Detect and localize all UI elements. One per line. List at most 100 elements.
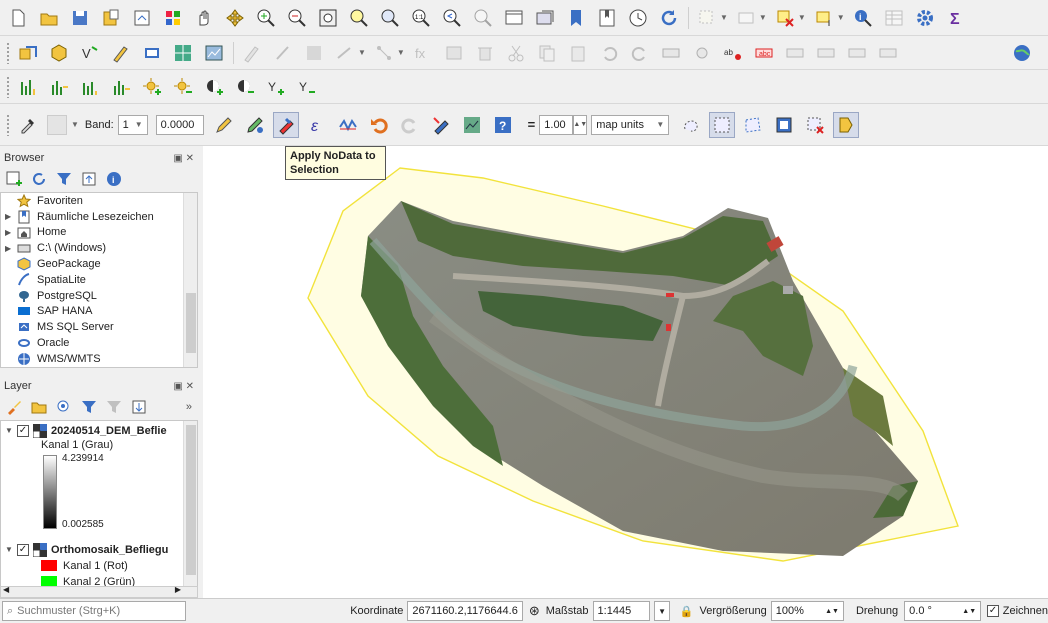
deselect-icon[interactable] xyxy=(773,6,797,30)
browser-item[interactable]: WMS/WMTS xyxy=(1,351,197,367)
map-canvas[interactable] xyxy=(203,146,1048,598)
rotation-field[interactable]: 0.0 ° ▲▼ xyxy=(904,601,982,621)
new-project-icon[interactable] xyxy=(6,6,30,30)
color-swatch[interactable] xyxy=(47,114,67,135)
expand-icon[interactable]: ▶ xyxy=(5,244,17,253)
dock-float-close-icon[interactable]: ▣ ✕ xyxy=(173,381,194,392)
layer-row-ortho[interactable]: ▼ ✓ Orthomosaik_Befliegu xyxy=(1,541,197,558)
size-spinner[interactable]: ▲▼ xyxy=(573,114,588,135)
expand-icon[interactable]: ▶ xyxy=(5,228,17,237)
more-tools-icon[interactable]: » xyxy=(186,401,192,413)
chevron-down-icon[interactable]: ▼ xyxy=(759,13,767,22)
expand-all-icon[interactable] xyxy=(131,399,147,415)
band-select[interactable]: 1 ▼ xyxy=(117,114,148,135)
eyedropper-icon[interactable] xyxy=(16,113,40,137)
help-icon[interactable]: ? xyxy=(491,113,515,137)
spinner-icon[interactable]: ▲▼ xyxy=(825,608,839,615)
histogram-icon[interactable] xyxy=(16,75,40,99)
chevron-down-icon[interactable]: ▼ xyxy=(720,13,728,22)
chevron-down-icon[interactable]: ▼ xyxy=(837,13,845,22)
filter-legend-icon[interactable] xyxy=(81,399,97,415)
select-location-icon[interactable] xyxy=(812,6,836,30)
zoom-in-icon[interactable] xyxy=(254,6,278,30)
add-raster-icon[interactable] xyxy=(171,41,195,65)
local-stretch-icon[interactable] xyxy=(109,75,133,99)
data-source-manager-icon[interactable] xyxy=(16,41,40,65)
add-group-icon[interactable] xyxy=(31,399,47,415)
pan-hand-icon[interactable] xyxy=(192,6,216,30)
size-input[interactable]: 1.00 xyxy=(539,114,574,135)
info-icon[interactable]: i xyxy=(106,171,122,187)
draw-pixel-pencil-icon[interactable] xyxy=(212,113,236,137)
browser-item[interactable]: MS SQL Server xyxy=(1,319,197,335)
style-manager-icon[interactable] xyxy=(161,6,185,30)
browser-item[interactable]: Favoriten xyxy=(1,193,197,209)
add-selected-layers-icon[interactable] xyxy=(6,171,22,187)
print-layout-icon[interactable] xyxy=(130,6,154,30)
layer-tree[interactable]: ▼ ✓ 20240514_DEM_Beflie Kanal 1 (Grau) 4… xyxy=(0,420,198,598)
save-project-icon[interactable] xyxy=(68,6,92,30)
save-as-icon[interactable] xyxy=(99,6,123,30)
label-style-icon[interactable]: ab xyxy=(721,41,745,65)
toolbar-grip[interactable] xyxy=(6,75,10,98)
browser-item[interactable]: ▶ Home xyxy=(1,225,197,241)
zoom-to-layer-icon[interactable] xyxy=(378,6,402,30)
dock-float-close-icon[interactable]: ▣ ✕ xyxy=(173,153,194,164)
render-checkbox[interactable]: ✓ xyxy=(987,605,999,617)
toolbar-grip[interactable] xyxy=(6,41,10,64)
gamma-increase-icon[interactable]: Y xyxy=(264,75,288,99)
formula-epsilon-icon[interactable]: ε xyxy=(305,113,329,137)
scale-dropdown[interactable]: ▼ xyxy=(654,601,670,621)
magnifier-field[interactable]: 100% ▲▼ xyxy=(770,601,844,621)
add-db-layer-icon[interactable] xyxy=(140,41,164,65)
raster-tiles-icon[interactable] xyxy=(460,113,484,137)
layer-hscrollbar[interactable]: ◀ ▶ xyxy=(0,585,198,598)
scrollbar-thumb[interactable] xyxy=(186,425,196,575)
label-highlight-icon[interactable]: abc xyxy=(752,41,776,65)
toolbar-grip[interactable] xyxy=(6,113,10,136)
contrast-increase-icon[interactable] xyxy=(202,75,226,99)
scroll-left-icon[interactable]: ◀ xyxy=(3,585,9,594)
browser-tree[interactable]: Favoriten ▶ Räumliche Lesezeichen ▶ Home ▶ C:\… xyxy=(0,192,198,368)
statistics-sigma-icon[interactable]: Σ xyxy=(944,6,968,30)
browser-scrollbar[interactable] xyxy=(183,193,197,367)
browser-item[interactable]: ▶ C:\ (Windows) xyxy=(1,240,197,256)
add-wms-icon[interactable] xyxy=(202,41,226,65)
undo-raster-icon[interactable] xyxy=(367,113,391,137)
lock-icon[interactable]: 🔒 xyxy=(680,605,694,618)
browser-item[interactable]: PostgreSQL xyxy=(1,288,197,304)
chevron-down-icon[interactable]: ▼ xyxy=(798,13,806,22)
settings-gear-icon[interactable] xyxy=(913,6,937,30)
browser-item[interactable]: SAP HANA xyxy=(1,304,197,320)
browser-item[interactable]: ▶ Räumliche Lesezeichen xyxy=(1,209,197,225)
select-layer-extent-icon[interactable] xyxy=(772,113,796,137)
apply-nodata-icon[interactable] xyxy=(272,111,299,138)
browser-item[interactable]: SpatiaLite xyxy=(1,272,197,288)
refresh-icon[interactable] xyxy=(657,6,681,30)
bookmark-icon[interactable] xyxy=(564,6,588,30)
browser-item[interactable]: Oracle xyxy=(1,335,197,351)
collapse-icon[interactable]: ▼ xyxy=(5,426,17,435)
zoom-to-selection-icon[interactable] xyxy=(347,6,371,30)
gamma-decrease-icon[interactable]: Y xyxy=(295,75,319,99)
open-project-icon[interactable] xyxy=(37,6,61,30)
browser-item[interactable]: GeoPackage xyxy=(1,256,197,272)
new-3d-view-icon[interactable] xyxy=(533,6,557,30)
identify-icon[interactable]: i xyxy=(851,6,875,30)
select-polygon-icon[interactable] xyxy=(741,113,765,137)
histogram-stretch-icon[interactable] xyxy=(47,75,71,99)
zoom-out-icon[interactable] xyxy=(285,6,309,30)
zoom-full-icon[interactable] xyxy=(316,6,340,30)
scrollbar-thumb[interactable] xyxy=(186,293,196,353)
layer-visibility-checkbox[interactable]: ✓ xyxy=(17,543,29,556)
refresh-icon[interactable] xyxy=(31,171,47,187)
expand-icon[interactable]: ▶ xyxy=(5,212,17,221)
contrast-decrease-icon[interactable] xyxy=(233,75,257,99)
brightness-decrease-icon[interactable] xyxy=(171,75,195,99)
local-histogram-icon[interactable] xyxy=(78,75,102,99)
zoom-last-icon[interactable] xyxy=(440,6,464,30)
layer-row-dem[interactable]: ▼ ✓ 20240514_DEM_Beflie xyxy=(1,422,197,439)
fill-selection-icon[interactable] xyxy=(243,113,267,137)
filter-icon[interactable] xyxy=(56,171,72,187)
spinner-icon[interactable]: ▲▼ xyxy=(962,608,976,615)
